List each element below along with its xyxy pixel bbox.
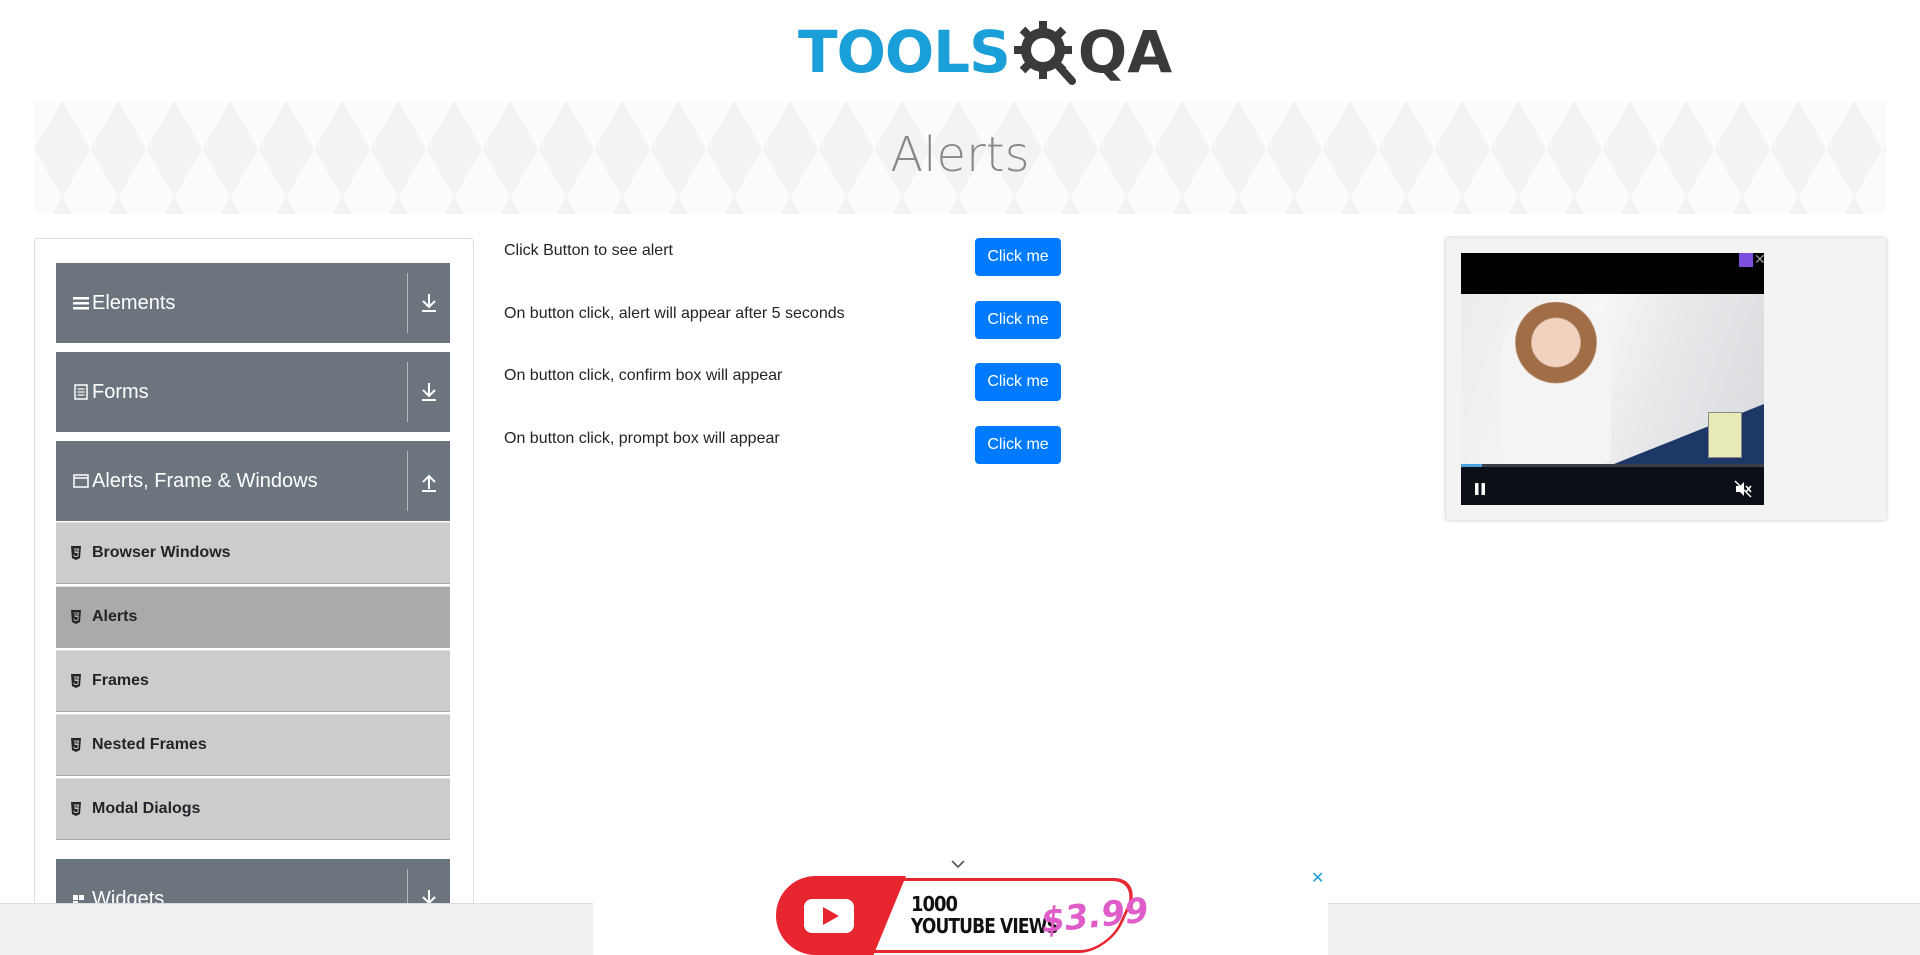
sidebar-group-elements[interactable]: Elements bbox=[56, 263, 450, 343]
sidebar-group-label: Forms bbox=[92, 380, 149, 403]
alert-description: Click Button to see alert bbox=[504, 242, 673, 259]
sidebar-item-label: Frames bbox=[92, 672, 149, 689]
mute-icon[interactable] bbox=[1734, 480, 1752, 498]
video-product bbox=[1708, 412, 1742, 458]
sidebar-sub-list: Browser Windows Alerts Frames Nested Fra… bbox=[56, 522, 450, 842]
html5-icon bbox=[70, 802, 82, 816]
timer-alert-button[interactable]: Click me bbox=[975, 301, 1061, 339]
logo-suffix: QA bbox=[1077, 18, 1173, 86]
page-banner: Alerts bbox=[34, 101, 1886, 214]
expand-down-icon[interactable] bbox=[418, 380, 440, 404]
youtube-views-ad[interactable]: 1000 YOUTUBE VIEWS $3.99 bbox=[776, 876, 1150, 955]
timer-alert-row: On button click, alert will appear after… bbox=[504, 301, 1064, 341]
prompt-row: On button click, prompt box will appear … bbox=[504, 426, 1064, 466]
sidebar-group-label: Elements bbox=[92, 291, 176, 314]
prompt-description: On button click, prompt box will appear bbox=[504, 430, 780, 447]
toolsqa-logo[interactable]: TOOLS QA bbox=[798, 14, 1172, 90]
gear-magnifier-icon bbox=[1013, 21, 1076, 85]
video-progress-fill bbox=[1461, 464, 1483, 467]
video-controls bbox=[1461, 464, 1764, 505]
sidebar-item-label: Nested Frames bbox=[92, 736, 207, 753]
sidebar-item-alerts[interactable]: Alerts bbox=[56, 586, 450, 648]
sidebar-item-frames[interactable]: Frames bbox=[56, 650, 450, 712]
divider bbox=[407, 451, 408, 511]
sidebar-group-label: Alerts, Frame & Windows bbox=[92, 469, 318, 492]
ad-close-icon[interactable]: ✕ bbox=[1754, 253, 1764, 267]
video-ad: ✕ bbox=[1446, 238, 1886, 520]
html5-icon bbox=[70, 674, 82, 688]
expand-down-icon[interactable] bbox=[418, 291, 440, 315]
page-title: Alerts bbox=[890, 127, 1030, 183]
header: TOOLS QA bbox=[0, 0, 1920, 100]
alert-row: Click Button to see alert Click me bbox=[504, 238, 1064, 278]
html5-icon bbox=[70, 738, 82, 752]
video-image bbox=[1461, 294, 1764, 464]
sidebar: Elements Forms Alerts, Frame & Windows B… bbox=[34, 238, 474, 955]
sidebar-group-alerts-frame-windows[interactable]: Alerts, Frame & Windows bbox=[56, 441, 450, 521]
ad-line2: YOUTUBE VIEWS bbox=[911, 914, 1059, 938]
sidebar-item-label: Browser Windows bbox=[92, 544, 231, 561]
sidebar-item-nested-frames[interactable]: Nested Frames bbox=[56, 714, 450, 776]
sidebar-item-label: Alerts bbox=[92, 608, 138, 625]
video-top-bar bbox=[1461, 253, 1764, 294]
html5-icon bbox=[70, 546, 82, 560]
divider bbox=[407, 273, 408, 333]
video-player[interactable]: ✕ bbox=[1461, 253, 1764, 505]
close-icon[interactable]: ✕ bbox=[1311, 871, 1325, 887]
video-progress-bar[interactable] bbox=[1461, 464, 1764, 467]
timer-alert-description: On button click, alert will appear after… bbox=[504, 305, 845, 322]
ad-line1: 1000 bbox=[911, 892, 958, 916]
sidebar-group-forms[interactable]: Forms bbox=[56, 352, 450, 432]
divider bbox=[407, 362, 408, 422]
sidebar-item-label: Modal Dialogs bbox=[92, 800, 201, 817]
confirm-description: On button click, confirm box will appear bbox=[504, 367, 783, 384]
video-person bbox=[1501, 302, 1611, 464]
pause-icon[interactable] bbox=[1473, 482, 1487, 496]
alert-button[interactable]: Click me bbox=[975, 238, 1061, 276]
html5-icon bbox=[70, 610, 82, 624]
hamburger-icon bbox=[73, 295, 89, 311]
collapse-up-icon[interactable] bbox=[418, 469, 440, 493]
form-icon bbox=[73, 384, 89, 400]
confirm-button[interactable]: Click me bbox=[975, 363, 1061, 401]
window-icon bbox=[73, 474, 89, 488]
chevron-down-icon[interactable] bbox=[950, 858, 966, 870]
confirm-row: On button click, confirm box will appear… bbox=[504, 363, 1064, 403]
sidebar-item-modal-dialogs[interactable]: Modal Dialogs bbox=[56, 778, 450, 840]
logo-text: TOOLS bbox=[798, 18, 1011, 86]
ad-choices-icon[interactable] bbox=[1739, 253, 1753, 267]
play-icon bbox=[823, 907, 839, 925]
sidebar-item-browser-windows[interactable]: Browser Windows bbox=[56, 522, 450, 584]
prompt-button[interactable]: Click me bbox=[975, 426, 1061, 464]
